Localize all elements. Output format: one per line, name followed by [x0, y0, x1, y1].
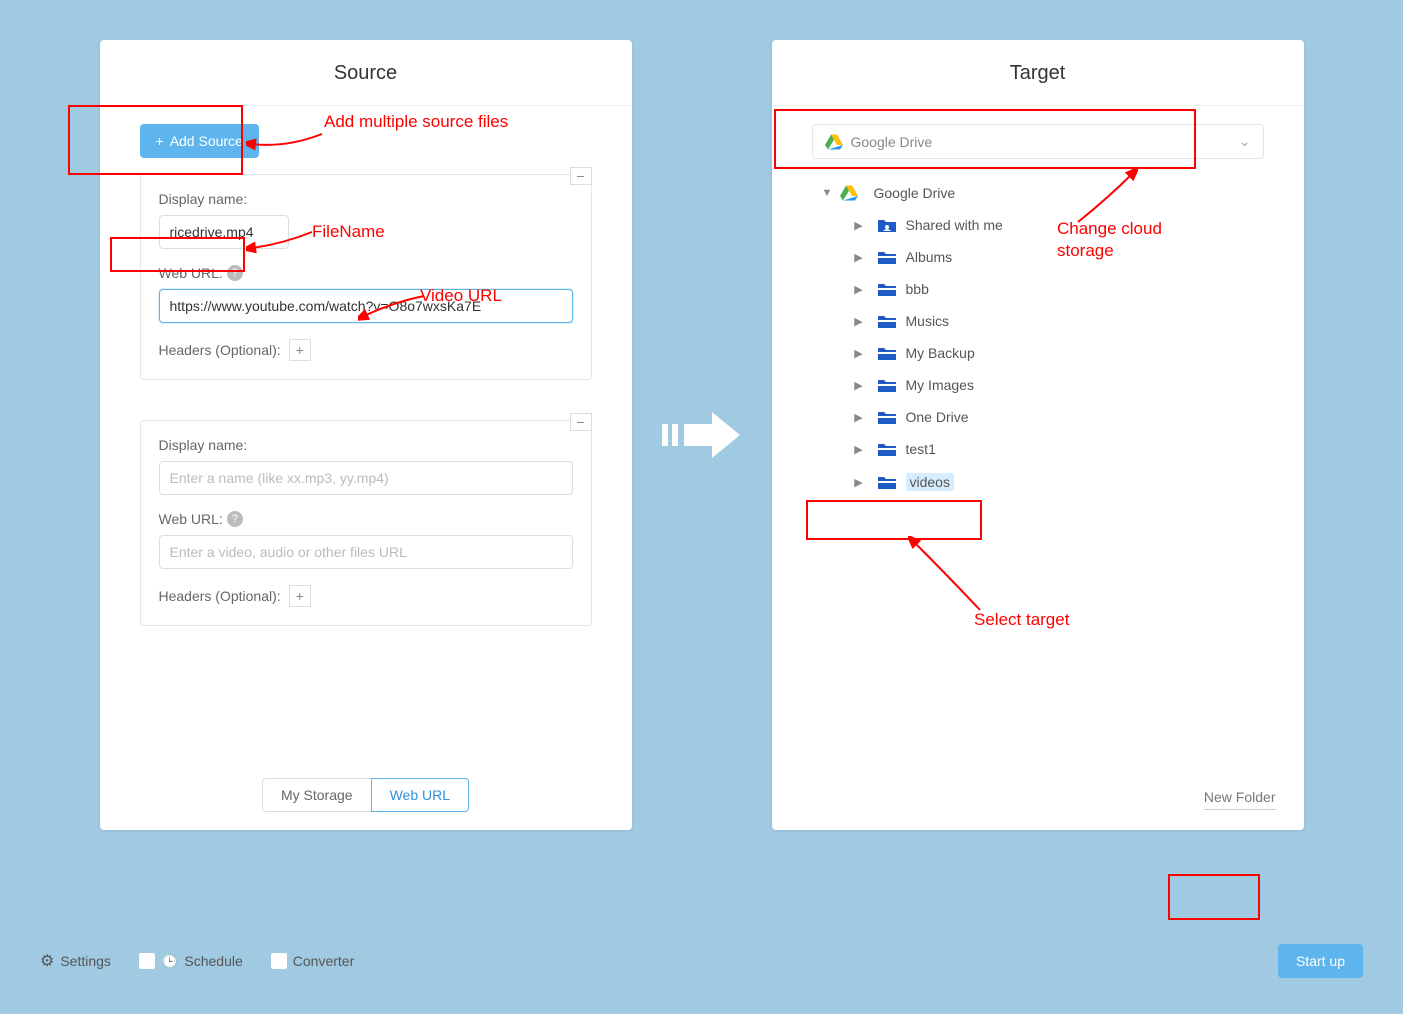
display-name-input[interactable]: [159, 461, 573, 495]
folder-icon: [878, 475, 896, 489]
tree-item-label: My Images: [906, 377, 974, 393]
headers-label: Headers (Optional):: [159, 588, 281, 604]
display-name-input[interactable]: [159, 215, 289, 249]
source-card: − Display name: Web URL: ? Headers (Opti…: [140, 420, 592, 626]
google-drive-icon: [840, 185, 858, 201]
tree-item[interactable]: ▶ Albums: [850, 241, 1264, 273]
tree-item[interactable]: ▶ bbb: [850, 273, 1264, 305]
source-title: Source: [100, 40, 632, 106]
add-source-label: Add Source: [170, 133, 243, 149]
cloud-storage-select[interactable]: Google Drive ⌄: [812, 124, 1264, 159]
source-card: − Display name: Web URL: ? Headers (Opti…: [140, 174, 592, 380]
tree-item-label: bbb: [906, 281, 929, 297]
checkbox-icon: [271, 953, 287, 969]
tree-item-label: videos: [906, 473, 954, 491]
caret-down-icon: ▼: [822, 187, 832, 199]
folder-icon: [878, 378, 896, 392]
caret-right-icon: ▶: [854, 379, 864, 392]
caret-right-icon: ▶: [854, 443, 864, 456]
help-icon[interactable]: ?: [227, 511, 243, 527]
help-icon[interactable]: ?: [227, 265, 243, 281]
google-drive-icon: [825, 134, 843, 150]
add-header-button[interactable]: +: [289, 585, 311, 607]
tree-root[interactable]: ▼ Google Drive: [822, 181, 1264, 205]
add-header-button[interactable]: +: [289, 339, 311, 361]
display-name-label: Display name:: [159, 437, 573, 453]
shared-folder-icon: [878, 218, 896, 232]
caret-right-icon: ▶: [854, 476, 864, 489]
tree-item-label: My Backup: [906, 345, 975, 361]
caret-right-icon: ▶: [854, 283, 864, 296]
tree-item-label: test1: [906, 441, 936, 457]
caret-right-icon: ▶: [854, 347, 864, 360]
tree-item[interactable]: ▶ My Images: [850, 369, 1264, 401]
caret-right-icon: ▶: [854, 251, 864, 264]
folder-icon: [878, 250, 896, 264]
web-url-label: Web URL:: [159, 265, 223, 281]
caret-right-icon: ▶: [854, 219, 864, 232]
source-panel: Source + Add Source − Display name: Web …: [100, 40, 632, 830]
tab-my-storage[interactable]: My Storage: [262, 778, 371, 812]
tab-web-url[interactable]: Web URL: [371, 778, 469, 812]
schedule-toggle[interactable]: 🕒 Schedule: [139, 953, 243, 970]
tree-item-label: One Drive: [906, 409, 969, 425]
settings-label: Settings: [60, 953, 111, 969]
tree-item-label: Albums: [906, 249, 953, 265]
web-url-input[interactable]: [159, 535, 573, 569]
settings-button[interactable]: ⚙ Settings: [40, 951, 111, 971]
folder-icon: [878, 410, 896, 424]
tree-root-label: Google Drive: [874, 185, 956, 201]
selected-drive-label: Google Drive: [851, 134, 933, 150]
tree-item[interactable]: ▶ My Backup: [850, 337, 1264, 369]
startup-button[interactable]: Start up: [1278, 944, 1363, 978]
converter-label: Converter: [293, 953, 354, 969]
tree-item-label: Musics: [906, 313, 950, 329]
web-url-label: Web URL:: [159, 511, 223, 527]
plus-icon: +: [156, 133, 164, 149]
tree-item[interactable]: ▶ Shared with me: [850, 209, 1264, 241]
footer: ⚙ Settings 🕒 Schedule Converter Start up: [40, 944, 1363, 978]
remove-source-button[interactable]: −: [570, 167, 592, 185]
remove-source-button[interactable]: −: [570, 413, 592, 431]
tree-item[interactable]: ▶ One Drive: [850, 401, 1264, 433]
target-title: Target: [772, 40, 1304, 106]
headers-label: Headers (Optional):: [159, 342, 281, 358]
display-name-label: Display name:: [159, 191, 573, 207]
folder-icon: [878, 346, 896, 360]
target-panel: Target Google Drive ⌄ ▼: [772, 40, 1304, 830]
checkbox-icon: [139, 953, 155, 969]
clock-icon: 🕒: [161, 953, 178, 970]
folder-icon: [878, 282, 896, 296]
gear-icon: ⚙: [40, 951, 54, 971]
folder-icon: [878, 442, 896, 456]
tree-item-label: Shared with me: [906, 217, 1003, 233]
caret-right-icon: ▶: [854, 411, 864, 424]
converter-toggle[interactable]: Converter: [271, 953, 354, 969]
transfer-arrow-icon: [662, 410, 742, 460]
annotation-box: [1168, 874, 1260, 920]
tree-item[interactable]: ▶ Musics: [850, 305, 1264, 337]
web-url-input[interactable]: [159, 289, 573, 323]
tree-item[interactable]: ▶ videos: [850, 465, 1264, 499]
schedule-label: Schedule: [184, 953, 242, 969]
folder-icon: [878, 314, 896, 328]
chevron-down-icon: ⌄: [1239, 133, 1251, 150]
caret-right-icon: ▶: [854, 315, 864, 328]
add-source-button[interactable]: + Add Source: [140, 124, 259, 158]
new-folder-button[interactable]: New Folder: [1204, 789, 1276, 810]
tree-item[interactable]: ▶ test1: [850, 433, 1264, 465]
